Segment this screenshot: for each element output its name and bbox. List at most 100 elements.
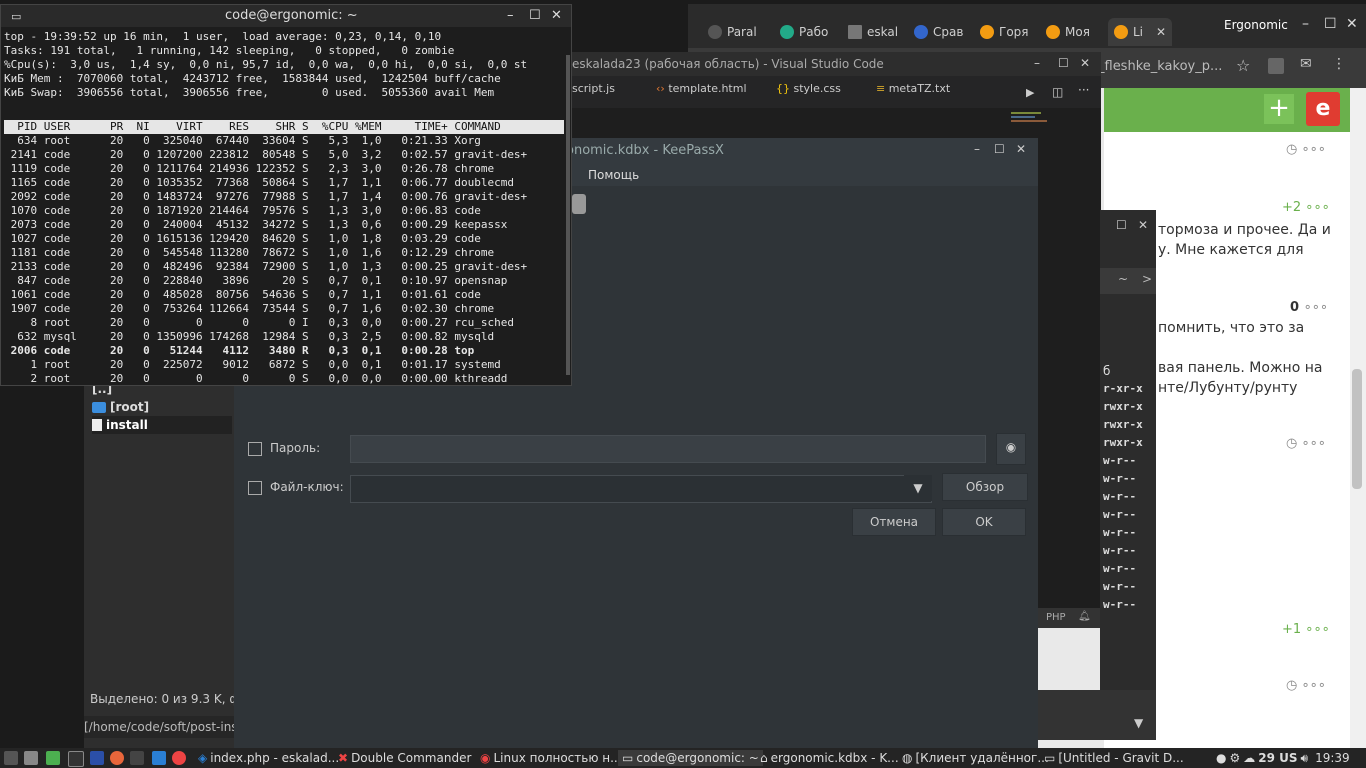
maximize-icon[interactable]: ☐ (994, 142, 1005, 156)
site-icon (1114, 25, 1128, 39)
terminal-scrollbar[interactable] (566, 55, 570, 375)
monitor-icon[interactable] (68, 751, 84, 767)
taskbar: ◈ index.php - eskalad... ✖ Double Commande… (0, 748, 1366, 768)
clock[interactable]: 19:39 (1315, 750, 1350, 766)
status-bar: PHP 🔔︎ (1038, 608, 1101, 628)
chrome-tab-0[interactable]: Paral (708, 18, 757, 46)
keyboard-icon[interactable] (24, 751, 38, 765)
chrome-tab-2[interactable]: eskal (848, 18, 898, 46)
task-remote-client[interactable]: ◍ [Клиент удалённог... (902, 750, 1049, 766)
chrome-tab-1[interactable]: Рабо (780, 18, 828, 46)
close-icon[interactable]: ✕ (1138, 218, 1148, 232)
profile-name[interactable]: Ergonomic (1224, 18, 1288, 32)
app-menu-icon[interactable] (4, 751, 18, 765)
menu-icon[interactable]: ⋮ (1332, 56, 1346, 72)
close-icon[interactable]: ✕ (1346, 16, 1358, 32)
comment-text: у. Мне кажется для (1158, 242, 1304, 258)
task-vscode[interactable]: ◈ index.php - eskalad... (198, 750, 339, 766)
maximize-icon[interactable]: ☐ (1058, 56, 1069, 70)
show-password-icon[interactable]: ◉ (996, 433, 1026, 465)
task-keepassx[interactable]: ⌂ ergonomic.kdbx - K... (760, 750, 899, 766)
chrome-icon[interactable] (172, 751, 186, 765)
keyfile-select[interactable] (350, 475, 932, 503)
task-chrome[interactable]: ◉ Linux полностью н... (480, 750, 622, 766)
page-icon (708, 25, 722, 39)
mail-icon[interactable]: ✉ (1300, 56, 1312, 72)
dropdown-panel[interactable]: ▼ (1038, 690, 1156, 740)
cancel-button[interactable]: Отмена (852, 508, 936, 536)
more-icon[interactable]: ··· (1078, 83, 1089, 97)
comment-text: нте/Лубунту/рунту (1158, 380, 1298, 396)
chrome-tab-active[interactable]: Li ✕ (1108, 18, 1173, 46)
gravit-icon[interactable] (110, 751, 124, 765)
chevron-down-icon: ▼ (1134, 716, 1144, 730)
password-checkbox[interactable] (248, 442, 262, 456)
language-mode[interactable]: PHP (1046, 612, 1066, 623)
path-field[interactable]: [/home/code/soft/post-inst (84, 716, 240, 738)
task-doublecmd[interactable]: ✖ Double Commander (338, 750, 471, 766)
maximize-icon[interactable]: ☐ (1116, 218, 1127, 232)
brand-logo-icon[interactable]: e (1306, 92, 1340, 126)
time-icon: ◷ ∘∘∘ (1286, 678, 1326, 693)
run-icon[interactable]: ▶ (1026, 86, 1034, 99)
pencil-icon[interactable] (46, 751, 60, 765)
tray-area[interactable]: ● ⚙ ☁ 29 US 🔊︎ 19:39 (1216, 750, 1350, 766)
task-gravit[interactable]: ▭ [Untitled - Gravit D... (1044, 750, 1184, 766)
file-icon (92, 419, 102, 431)
keyfile-checkbox[interactable] (248, 481, 262, 495)
chrome-tab-4[interactable]: Горя (980, 18, 1029, 46)
vscode-icon[interactable] (152, 751, 166, 765)
window-title: eskalada23 (рабочая область) - Visual St… (572, 57, 884, 71)
browse-button[interactable]: Обзор (942, 473, 1028, 501)
chevron-right-icon[interactable]: > (1142, 272, 1152, 286)
minimize-icon[interactable]: – (507, 5, 514, 27)
file-item-root[interactable]: [root] (92, 398, 149, 416)
password-input[interactable] (350, 435, 986, 463)
comment-score: +2 ∘∘∘ (1282, 200, 1330, 215)
bookmark-star-icon[interactable]: ☆ (1236, 56, 1250, 75)
split-editor-icon[interactable]: ◫ (1052, 85, 1063, 99)
file-item-install[interactable]: install (92, 416, 232, 434)
chrome-tab-3[interactable]: Срав (914, 18, 963, 46)
close-icon[interactable]: ✕ (551, 5, 562, 27)
chrome-tab-5[interactable]: Моя (1046, 18, 1090, 46)
menu-help[interactable]: Помощь (588, 168, 639, 182)
bell-icon[interactable]: 🔔︎ (1078, 611, 1091, 622)
minimize-icon[interactable]: – (974, 142, 980, 156)
chevron-icon[interactable]: ~ (1118, 272, 1128, 286)
tab-template[interactable]: ‹› template.html (656, 82, 747, 95)
window-title: code@ergonomic: ~ (225, 8, 358, 23)
permissions-list: r-xr-x rwxr-x rwxr-x rwxr-x w-r-- w-r-- w-r-- w… (1103, 382, 1143, 611)
comment-text: помнить, что это за (1158, 320, 1305, 336)
terminal-icon[interactable] (130, 751, 144, 765)
minimize-icon[interactable]: – (1302, 16, 1309, 32)
maximize-icon[interactable]: ☐ (1324, 16, 1337, 32)
keyboard-layout[interactable]: 29 US (1258, 750, 1297, 766)
scrollbar-thumb[interactable] (1352, 369, 1362, 489)
minimize-icon[interactable]: – (1034, 56, 1040, 70)
ok-button[interactable]: OK (942, 508, 1026, 536)
css-icon: {} (776, 82, 790, 95)
chevron-down-icon[interactable]: ▼ (904, 475, 932, 501)
terminal-titlebar: ▭ code@ergonomic: ~ – ☐ ✕ (1, 5, 571, 27)
tab-style[interactable]: {} style.css (776, 82, 841, 95)
keepassx-icon: ⌂ (760, 751, 768, 765)
close-icon[interactable]: ✕ (1080, 56, 1090, 70)
keyfile-label: Файл-ключ: (270, 480, 344, 494)
tab-script[interactable]: script.js (572, 82, 615, 95)
add-icon[interactable]: + (1264, 94, 1294, 124)
process-table-header: PID USER PR NI VIRT RES SHR S %CPU %MEM … (4, 120, 501, 133)
folder-icon[interactable] (90, 751, 104, 765)
selection-status: Выделено: 0 из 9.3 K, фай (90, 692, 255, 706)
address-bar[interactable]: _fleshke_kakoy_p... (1098, 54, 1248, 80)
time-icon: ◷ ∘∘∘ (1286, 436, 1326, 451)
document-icon (848, 25, 862, 39)
terminal-window: ▭ code@ergonomic: ~ – ☐ ✕ top - 19:39:52… (0, 4, 572, 386)
rss-icon[interactable] (1268, 58, 1284, 74)
weather-icon: ☁ (1243, 751, 1256, 765)
maximize-icon[interactable]: ☐ (529, 5, 541, 27)
tab-metatz[interactable]: ≡ metaTZ.txt (876, 82, 950, 95)
close-tab-icon[interactable]: ✕ (1156, 25, 1166, 39)
task-terminal[interactable]: ▭ code@ergonomic: ~ (618, 750, 763, 766)
close-icon[interactable]: ✕ (1016, 142, 1026, 156)
